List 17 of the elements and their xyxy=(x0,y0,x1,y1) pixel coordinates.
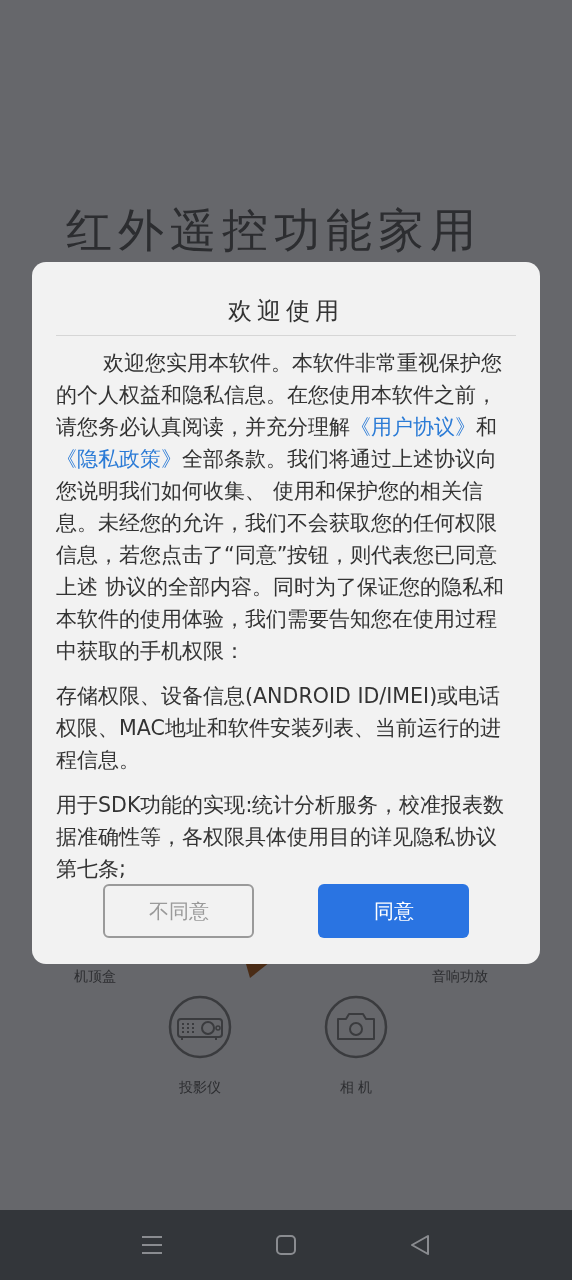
consent-paragraph: 欢迎您实用本软件。本软件非常重视保护您的个人权益和隐私信息。在您使用本软件之前，请您务必认真阅读，并充分理解《用户协议》和 《隐私政策》全部条款。我们将通过上述协议向您说明我们如何收集、 使用和保护您的相关信息。未经您的允许，我们不会获取您的任何权限信息，若您点击了“同意”按钮，则代表您已同意上述 协议的全部内容。同时为了保证您的隐私和本软件的使用体验，我们需要告知您在使用过程中获取的手机权限： xyxy=(56,350,505,665)
home-icon[interactable] xyxy=(275,1234,297,1256)
agreement-link[interactable]: 《用户协议》 xyxy=(350,415,476,439)
agree-button[interactable]: 同意 xyxy=(318,884,469,938)
app-heading: 红外遥控功能家用 xyxy=(65,202,483,259)
projector-icon[interactable] xyxy=(168,995,232,1059)
camera-icon[interactable] xyxy=(324,995,388,1059)
dialog-title: 欢迎使用 xyxy=(56,262,516,336)
menu-icon[interactable] xyxy=(141,1234,163,1256)
back-icon[interactable] xyxy=(409,1234,431,1256)
consent-paragraph: 存储权限、设备信息(ANDROID ID/IMEI)或电话权限、MAC地址和软件安装列表、当前运行的进程信息。 xyxy=(56,683,502,774)
device-label: 机顶盒 xyxy=(74,967,116,986)
device-label: 投影仪 xyxy=(179,1078,221,1097)
agreement-link[interactable]: 《隐私政策》 xyxy=(56,447,182,471)
disagree-button[interactable]: 不同意 xyxy=(103,884,254,938)
device-label: 相 机 xyxy=(339,1078,373,1097)
consent-paragraph: 用于SDK功能的实现:统计分析服务，校准报表数据准确性等，各权限具体使用目的详见隐私协议第七条; xyxy=(56,792,506,883)
